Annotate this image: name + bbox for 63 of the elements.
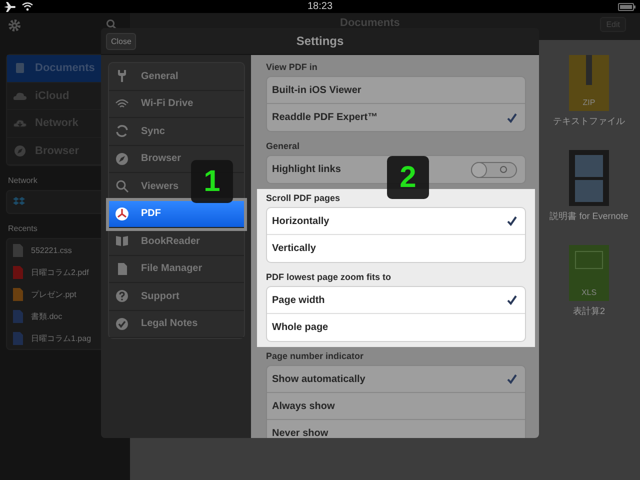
settings-menu-item[interactable]: Sync xyxy=(109,118,244,146)
settings-icon[interactable] xyxy=(8,19,21,32)
settings-menu-item[interactable]: PDF xyxy=(109,200,244,228)
sidebar-item-icon xyxy=(13,117,27,130)
option-row[interactable]: Always show xyxy=(267,393,525,420)
toggle-switch[interactable] xyxy=(471,162,517,178)
box-icon xyxy=(13,197,25,207)
file-icon xyxy=(13,244,23,256)
section-header: General xyxy=(266,140,301,153)
settings-menu-item[interactable]: Support xyxy=(109,283,244,310)
option-row[interactable]: Vertically xyxy=(267,235,525,262)
file-icon xyxy=(13,266,23,278)
checkmark-icon xyxy=(507,216,517,226)
menu-item-icon xyxy=(115,316,129,331)
option-row[interactable]: Page width xyxy=(267,287,525,314)
callout-tooltip: 1 xyxy=(191,160,233,203)
option-row[interactable]: Built-in iOS Viewer xyxy=(267,77,525,104)
section-header: View PDF in xyxy=(266,61,318,74)
file-icon xyxy=(13,310,23,322)
video-file-icon[interactable] xyxy=(569,150,609,206)
wifi-icon xyxy=(22,2,33,11)
status-time: 18:23 xyxy=(307,1,333,12)
option-row[interactable]: Readdle PDF Expert™ xyxy=(267,104,525,131)
settings-menu-item[interactable]: Wi-Fi Drive xyxy=(109,90,244,118)
checkmark-icon xyxy=(507,295,517,305)
dialog-title: Settings xyxy=(296,34,344,48)
setting-label: Highlight links xyxy=(272,164,341,175)
file-name: 表計算2 xyxy=(572,305,605,318)
checkmark-icon xyxy=(507,112,517,122)
section-header: Scroll PDF pages xyxy=(266,192,342,205)
file-icon xyxy=(13,288,23,300)
settings-menu-item[interactable]: BookReader xyxy=(109,228,244,256)
option-row[interactable]: Whole page xyxy=(267,314,525,341)
menu-item-icon xyxy=(115,152,129,166)
section-header: Page number indicator xyxy=(266,350,365,363)
search-icon[interactable] xyxy=(106,19,117,30)
sidebar-item-icon xyxy=(13,62,27,74)
checkmark-icon xyxy=(507,374,517,384)
file-name: 説明書 for Evernote xyxy=(550,210,628,223)
settings-menu-item[interactable]: General xyxy=(109,63,244,90)
menu-item-icon xyxy=(115,179,129,194)
airplane-icon xyxy=(4,2,16,12)
file-icon xyxy=(13,332,23,344)
settings-menu-item[interactable]: Legal Notes xyxy=(109,310,244,338)
menu-item-icon xyxy=(115,289,129,304)
menu-item-icon xyxy=(115,234,129,248)
callout-tooltip: 2 xyxy=(387,156,429,199)
zip-file-icon[interactable]: ZIP xyxy=(569,55,609,111)
battery-icon xyxy=(618,2,636,10)
sidebar-item-icon xyxy=(13,144,27,157)
spreadsheet-file-icon[interactable]: XLS xyxy=(569,245,609,301)
option-row[interactable]: Never show xyxy=(267,420,525,438)
menu-item-icon xyxy=(115,69,129,84)
section-header: PDF lowest page zoom fits to xyxy=(266,271,392,284)
option-row[interactable]: Horizontally xyxy=(267,208,525,235)
menu-item-icon xyxy=(115,206,129,221)
section-header: Network xyxy=(8,176,38,185)
option-row[interactable]: Show automatically xyxy=(267,366,525,393)
section-header: Recents xyxy=(8,224,38,233)
settings-menu-item[interactable]: File Manager xyxy=(109,256,244,283)
close-button[interactable]: Close xyxy=(106,33,136,50)
file-name: テキストファイル xyxy=(553,115,625,128)
menu-item-icon xyxy=(115,124,129,138)
